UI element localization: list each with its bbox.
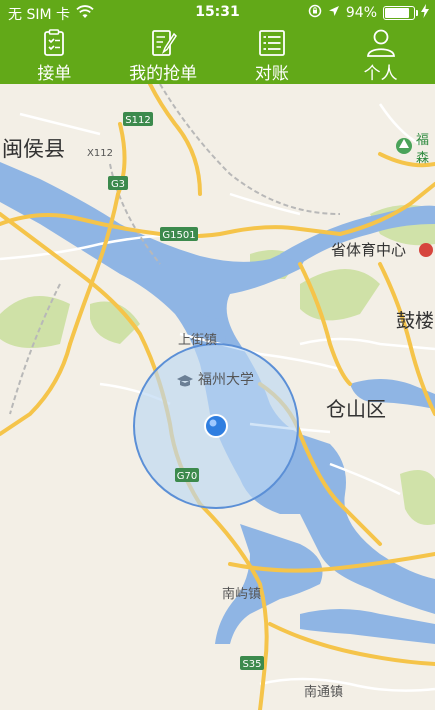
charging-icon xyxy=(421,4,429,22)
road-shield-g3: G3 xyxy=(108,176,128,190)
svg-text:S112: S112 xyxy=(125,115,150,126)
svg-text:省体育中心: 省体育中心 xyxy=(331,241,406,259)
svg-text:X112: X112 xyxy=(87,148,113,159)
road-shield-x112: X112 xyxy=(87,148,113,159)
list-icon xyxy=(258,30,285,56)
battery-icon xyxy=(383,6,418,20)
road-shield-s35: S35 xyxy=(240,656,264,670)
place-label-nanyu: 南屿镇 xyxy=(222,586,261,602)
battery-percent: 94% xyxy=(345,5,377,21)
tab-reconciliation[interactable]: 对账 xyxy=(218,26,327,84)
tab-accept-orders[interactable]: 接单 xyxy=(0,26,109,84)
place-label-minhou: 闽侯县 xyxy=(2,137,65,161)
tab-personal[interactable]: 个人 xyxy=(326,26,435,84)
svg-text:G70: G70 xyxy=(177,471,197,482)
status-bar: 无 SIM 卡 15:31 94% xyxy=(0,0,435,26)
place-label-gulou: 鼓楼 xyxy=(396,310,434,332)
clipboard-check-icon xyxy=(44,29,65,56)
top-tab-bar: 接单 我的抢单 对账 个人 xyxy=(0,26,435,84)
place-label-shangjie: 上街镇 xyxy=(178,333,217,348)
rotation-lock-icon xyxy=(308,4,322,22)
svg-text:福州大学: 福州大学 xyxy=(198,372,254,388)
place-label-sen: 森 xyxy=(416,151,429,166)
tab-label: 接单 xyxy=(37,64,72,84)
map-canvas: S112 X112 G3 G1501 G70 S35 闽侯县 福 森 省体育中心… xyxy=(0,84,435,710)
road-shield-g70: G70 xyxy=(175,468,199,482)
place-label-nantong: 南通镇 xyxy=(304,684,343,700)
tab-my-orders[interactable]: 我的抢单 xyxy=(109,26,218,84)
tab-label: 对账 xyxy=(254,64,289,84)
road-shield-g1501: G1501 xyxy=(160,227,198,241)
tab-label: 个人 xyxy=(363,64,398,84)
svg-text:G1501: G1501 xyxy=(162,230,195,241)
svg-text:G3: G3 xyxy=(111,179,125,190)
current-location-marker[interactable] xyxy=(204,414,228,438)
document-edit-icon xyxy=(152,30,178,56)
place-label-cangshan: 仓山区 xyxy=(326,397,386,421)
road-shield-s112: S112 xyxy=(123,112,153,126)
map-view[interactable]: S112 X112 G3 G1501 G70 S35 闽侯县 福 森 省体育中心… xyxy=(0,84,435,710)
svg-text:S35: S35 xyxy=(242,659,261,670)
person-icon xyxy=(366,29,395,57)
place-label-fu: 福 xyxy=(416,133,429,148)
location-arrow-icon xyxy=(328,5,340,21)
tab-label: 我的抢单 xyxy=(129,64,198,84)
